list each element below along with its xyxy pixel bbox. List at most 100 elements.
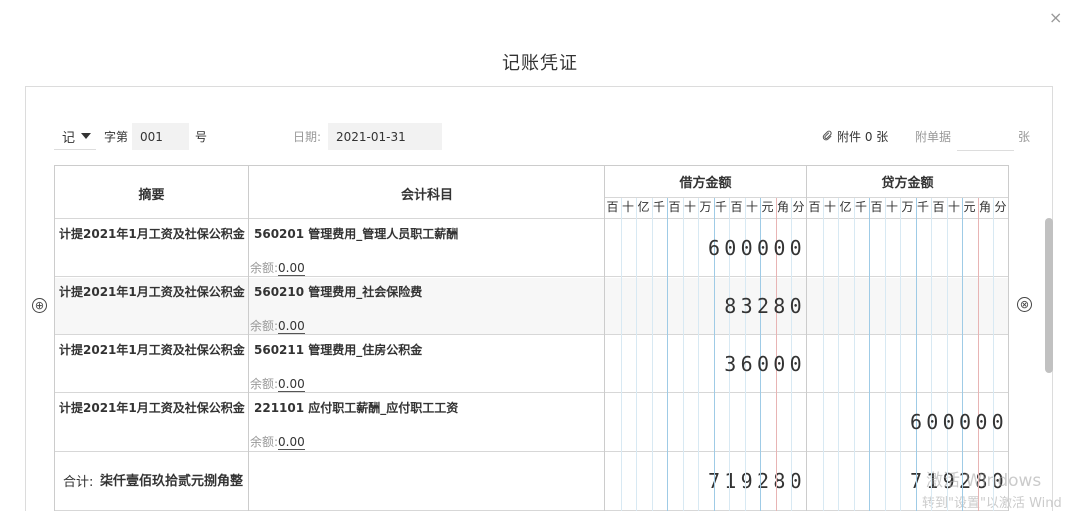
caret-down-icon	[81, 133, 92, 139]
col-debit-header: 借方金额	[679, 176, 732, 191]
digit-label: 千	[916, 200, 929, 214]
digit-label: 十	[621, 200, 634, 214]
row-balance: 余额:0.00	[250, 433, 305, 450]
add-row-icon[interactable]: ⊕	[32, 298, 47, 313]
row-balance: 余额:0.00	[250, 317, 305, 334]
digit-label: 百	[932, 200, 945, 214]
date-label: 日期:	[293, 130, 322, 144]
digit-label: 十	[947, 200, 960, 214]
digit-column-line	[884, 198, 886, 511]
digit-label: 千	[652, 200, 665, 214]
digit-column-line	[853, 198, 855, 511]
digit-label: 十	[683, 200, 696, 214]
digit-label: 亿	[637, 200, 650, 214]
digit-column-line	[620, 198, 622, 511]
digit-label: 万	[901, 200, 914, 214]
grid-line	[1008, 165, 1009, 511]
attachment-label: 附件 0 张	[837, 130, 889, 144]
voucher-number-input[interactable]: 001	[132, 123, 189, 150]
row-subject[interactable]: 560210 管理费用_社会保险费	[254, 283, 422, 300]
digit-label: 亿	[839, 200, 852, 214]
row-summary[interactable]: 计提2021年1月工资及社保公积金	[59, 341, 245, 358]
voucher-grid	[54, 165, 1009, 511]
paperclip-icon	[822, 130, 833, 144]
digit-label: 百	[606, 200, 619, 214]
row-debit-amount[interactable]: 83280	[724, 294, 806, 318]
balance-value: 0.00	[278, 377, 305, 392]
close-icon[interactable]: ×	[1049, 8, 1062, 28]
attached-docs-input[interactable]	[957, 123, 1014, 151]
balance-label: 余额:	[250, 261, 279, 275]
col-summary-header: 摘要	[138, 188, 165, 203]
col-credit-header: 贷方金额	[881, 176, 934, 191]
balance-label: 余额:	[250, 377, 279, 391]
col-subject-header: 会计科目	[400, 188, 453, 203]
digit-label: 十	[885, 200, 898, 214]
digit-column-line	[682, 198, 684, 511]
voucher-type-select[interactable]: 记	[54, 123, 96, 150]
row-credit-amount[interactable]: 600000	[910, 410, 1008, 434]
row-summary[interactable]: 计提2021年1月工资及社保公积金	[59, 399, 245, 416]
digit-column-line	[869, 198, 870, 511]
grid-line	[248, 165, 249, 511]
balance-value: 0.00	[278, 435, 305, 450]
grid-line	[55, 334, 1008, 335]
total-label: 合计:	[63, 475, 94, 490]
row-summary[interactable]: 计提2021年1月工资及社保公积金	[59, 283, 245, 300]
digit-label: 元	[761, 200, 774, 214]
row-summary[interactable]: 计提2021年1月工资及社保公积金	[59, 225, 245, 242]
voucher-suffix-label: 号	[195, 130, 208, 144]
digit-column-line	[822, 198, 824, 511]
grid-line	[604, 165, 605, 511]
date-input[interactable]: 2021-01-31	[328, 123, 442, 150]
digit-column-line	[915, 198, 917, 511]
attachment-link[interactable]: 附件 0 张	[822, 128, 888, 145]
digit-label: 角	[776, 200, 789, 214]
delete-row-icon[interactable]: ⊗	[1017, 297, 1032, 312]
grid-line	[55, 392, 1008, 393]
page-title: 记账凭证	[502, 53, 578, 74]
digit-column-line	[667, 198, 668, 511]
scrollbar-thumb[interactable]	[1045, 218, 1053, 373]
row-balance: 余额:0.00	[250, 375, 305, 392]
digit-column-line	[962, 198, 963, 511]
digit-label: 千	[714, 200, 727, 214]
grid-line	[806, 165, 807, 511]
attached-docs-unit: 张	[1018, 130, 1031, 144]
digit-label: 万	[699, 200, 712, 214]
digit-column-line	[698, 198, 699, 511]
balance-value: 0.00	[278, 319, 305, 334]
voucher-prefix-label: 字第	[104, 130, 129, 144]
digit-column-line	[838, 198, 839, 511]
digit-label: 百	[870, 200, 883, 214]
digit-label: 角	[978, 200, 991, 214]
total-amount-in-words: 柒仟壹佰玖拾贰元捌角整	[100, 474, 244, 489]
digit-column-line	[931, 198, 932, 511]
grid-line	[55, 276, 1008, 277]
balance-value: 0.00	[278, 261, 305, 276]
digit-label: 百	[730, 200, 743, 214]
digit-label: 千	[854, 200, 867, 214]
digit-label: 元	[963, 200, 976, 214]
row-subject[interactable]: 560211 管理费用_住房公积金	[254, 341, 422, 358]
row-debit-amount[interactable]: 600000	[708, 236, 806, 260]
voucher-type-value: 记	[62, 130, 76, 146]
row-subject[interactable]: 560201 管理费用_管理人员职工薪酬	[254, 225, 458, 242]
digit-label: 十	[823, 200, 836, 214]
row-subject[interactable]: 221101 应付职工薪酬_应付职工工资	[254, 399, 458, 416]
balance-label: 余额:	[250, 435, 279, 449]
grid-line	[55, 451, 1008, 452]
balance-label: 余额:	[250, 319, 279, 333]
windows-watermark-subtitle: 转到"设置"以激活 Wind	[922, 496, 1062, 511]
digit-label: 分	[792, 200, 805, 214]
grid-line	[55, 218, 1008, 219]
row-debit-amount[interactable]: 36000	[724, 352, 806, 376]
digit-column-line	[977, 198, 979, 511]
attached-docs-label: 附单据	[915, 130, 952, 144]
digit-label: 百	[668, 200, 681, 214]
digit-label: 分	[994, 200, 1007, 214]
windows-watermark-title: 激活 Windows	[926, 471, 1042, 491]
digit-column-line	[993, 198, 994, 511]
digit-label: 百	[808, 200, 821, 214]
digit-column-line	[651, 198, 653, 511]
